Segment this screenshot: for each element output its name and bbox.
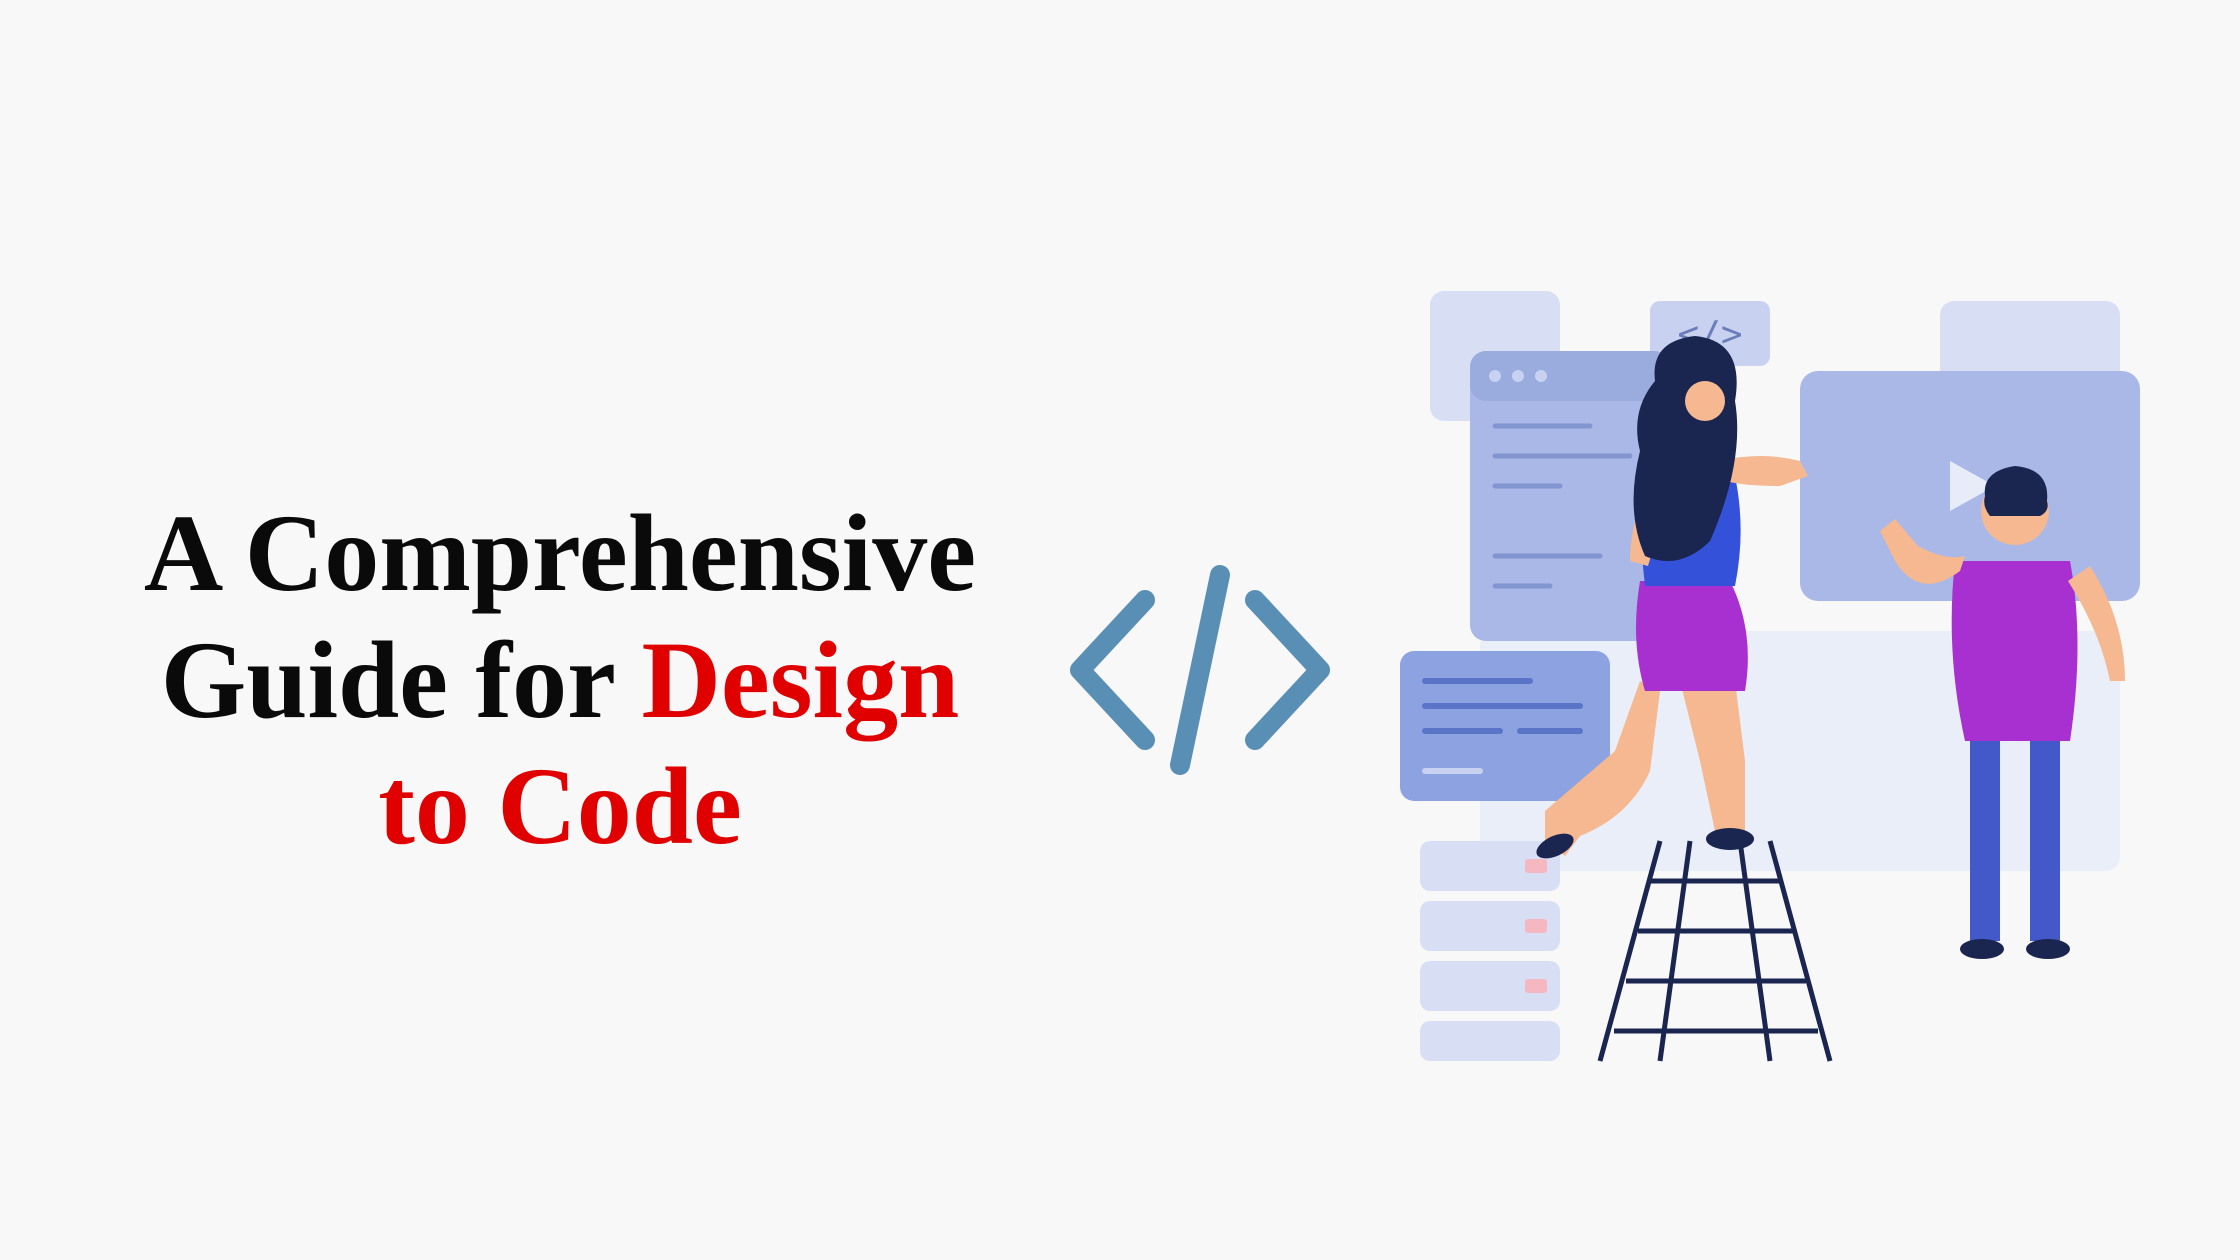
ladder-icon: [1600, 841, 1830, 1061]
title-line-2-highlight: Design: [641, 619, 959, 741]
title-line-1: A Comprehensive: [144, 492, 976, 614]
title-block: A Comprehensive Guide for Design to Code: [60, 390, 1060, 870]
title-line-2-prefix: Guide for: [161, 619, 642, 741]
server-stack-icon: [1420, 841, 1560, 1061]
code-panel-icon: [1400, 651, 1610, 801]
title-line-3-highlight: to Code: [378, 745, 742, 867]
page-title: A Comprehensive Guide for Design to Code: [60, 490, 1060, 870]
hero-illustration: </>: [1340, 0, 2180, 1260]
code-bracket-icon: [1060, 480, 1340, 780]
